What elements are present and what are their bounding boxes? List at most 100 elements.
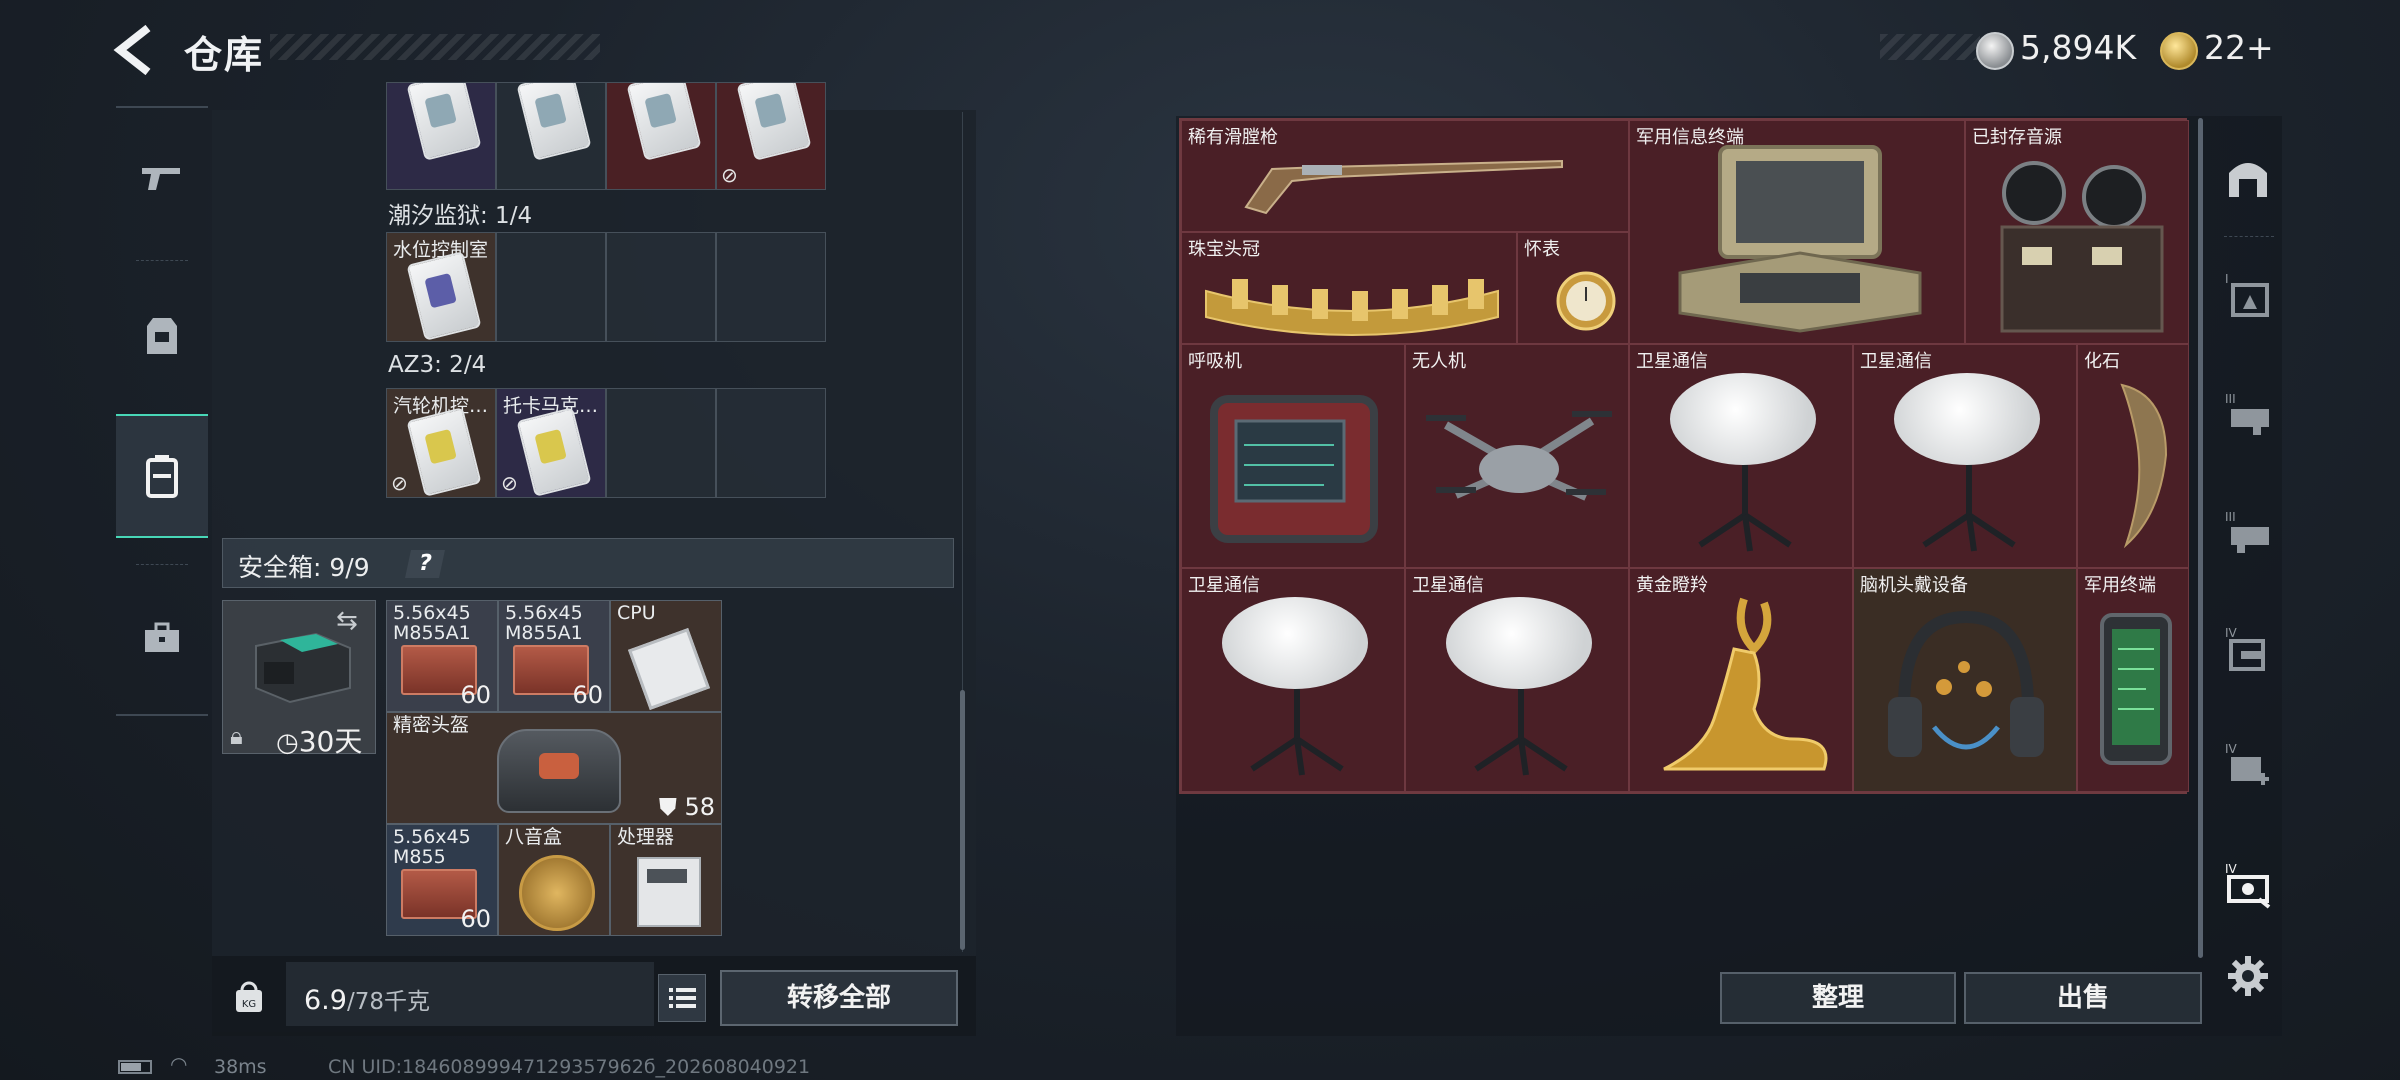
container-slot[interactable] bbox=[606, 82, 716, 190]
gear-icon bbox=[2228, 956, 2268, 996]
list-view-button[interactable] bbox=[658, 974, 706, 1022]
item-name: 脑机头戴设备 bbox=[1860, 575, 1968, 596]
tab-equipment[interactable] bbox=[116, 276, 208, 396]
tab-case[interactable] bbox=[116, 578, 208, 698]
stash-item[interactable]: 化石 bbox=[2077, 344, 2189, 568]
container-slot[interactable] bbox=[606, 232, 716, 342]
safe-item-slot[interactable]: 精密头盔 ⛊ 58 bbox=[386, 712, 722, 824]
stash-item[interactable]: 已封存音源 bbox=[1965, 120, 2189, 344]
swap-icon[interactable]: ⇆ bbox=[336, 606, 358, 636]
item-name: 5.56x45 M855A1 bbox=[505, 602, 583, 644]
back-arrow-icon bbox=[113, 24, 151, 76]
stash-item[interactable]: 无人机 bbox=[1405, 344, 1629, 568]
wifi-icon: ◠ bbox=[170, 1052, 188, 1076]
safe-item-slot[interactable]: 5.56x45 M855A1 60 bbox=[386, 600, 498, 712]
title-decoration bbox=[270, 34, 600, 60]
help-button[interactable]: ? bbox=[405, 550, 445, 578]
keycard-icon bbox=[516, 407, 592, 497]
stash-tab-1[interactable]: I bbox=[2220, 266, 2276, 322]
safe-item-slot[interactable]: 八音盒 bbox=[498, 824, 610, 936]
money-coin-icon bbox=[1976, 32, 2014, 70]
stash-scrollbar[interactable] bbox=[2198, 118, 2203, 958]
item-name: 卫星通信 bbox=[1188, 575, 1260, 596]
safe-item-slot[interactable]: 处理器 bbox=[610, 824, 722, 936]
item-name: 军用终端 bbox=[2084, 575, 2156, 596]
svg-text:IV: IV bbox=[2225, 742, 2238, 756]
container-grid-tidal-prison: 水位控制室 bbox=[386, 232, 826, 342]
item-name: 珠宝头冠 bbox=[1188, 239, 1260, 260]
stash-tab-3[interactable]: III bbox=[2220, 504, 2276, 560]
stash-page-icon: III bbox=[2225, 392, 2269, 435]
military-terminal-icon bbox=[1678, 145, 1922, 333]
stash-tab-5[interactable]: IV bbox=[2220, 736, 2276, 792]
stash-tab-6[interactable]: IV bbox=[2220, 856, 2276, 912]
tab-weapons[interactable] bbox=[116, 118, 208, 238]
container-slot[interactable]: 水位控制室 bbox=[386, 232, 496, 342]
item-name: 卫星通信 bbox=[1636, 351, 1708, 372]
stash-item[interactable]: 稀有滑膛枪 bbox=[1181, 120, 1629, 232]
backpack-icon bbox=[146, 455, 178, 498]
item-name: 无人机 bbox=[1412, 351, 1466, 372]
satellite-dish-icon bbox=[1894, 373, 2040, 465]
briefcase-icon bbox=[145, 622, 179, 652]
money-amount[interactable]: 5,894K bbox=[2020, 28, 2136, 67]
satellite-dish-icon bbox=[1222, 597, 1368, 689]
stash-item[interactable]: 卫星通信 bbox=[1181, 568, 1405, 792]
container-slot[interactable] bbox=[386, 82, 496, 190]
container-slot[interactable]: 汽轮机控… ⊘ bbox=[386, 388, 496, 498]
ticket-amount[interactable]: 22+ bbox=[2204, 28, 2274, 67]
stash-tab-2[interactable]: III bbox=[2220, 386, 2276, 442]
music-box-icon bbox=[519, 855, 595, 931]
item-name: 处理器 bbox=[617, 826, 675, 848]
tripod-icon bbox=[1474, 689, 1568, 776]
safe-item-slot[interactable]: 5.56x45 M855 60 bbox=[386, 824, 498, 936]
stash-tab-4[interactable]: IV bbox=[2220, 620, 2276, 676]
tripod-icon bbox=[1698, 465, 1792, 552]
stash-item[interactable]: 军用信息终端 bbox=[1629, 120, 1965, 344]
stash-item[interactable]: 卫星通信 bbox=[1853, 344, 2077, 568]
keycard-icon bbox=[406, 407, 482, 497]
item-name: 呼吸机 bbox=[1188, 351, 1242, 372]
container-slot[interactable]: 托卡马克… ⊘ bbox=[496, 388, 606, 498]
stash-item[interactable]: 珠宝头冠 bbox=[1181, 232, 1517, 344]
tripod-icon bbox=[1922, 465, 2016, 552]
keycard-icon bbox=[406, 251, 482, 341]
container-slot[interactable]: ⊘ bbox=[716, 82, 826, 190]
shield-icon: ⛊ bbox=[658, 793, 677, 821]
stash-page-icon: IV bbox=[2225, 862, 2271, 909]
armor-icon bbox=[147, 318, 177, 354]
golden-gazelle-icon bbox=[1663, 597, 1828, 771]
stash-item[interactable]: 军用终端 bbox=[2077, 568, 2189, 792]
item-name: 已封存音源 bbox=[1972, 127, 2062, 148]
keycard-icon bbox=[626, 83, 702, 161]
safe-item-slot[interactable]: CPU bbox=[610, 600, 722, 712]
sell-button[interactable]: 出售 bbox=[1964, 972, 2202, 1024]
keycard-icon bbox=[406, 83, 482, 161]
item-name: CPU bbox=[617, 602, 656, 624]
container-slot[interactable] bbox=[606, 388, 716, 498]
container-slot[interactable] bbox=[716, 388, 826, 498]
stash-item[interactable]: 脑机头戴设备 bbox=[1853, 568, 2077, 792]
safe-box-grid: 5.56x45 M855A1 60 5.56x45 M855A1 60 CPU … bbox=[386, 600, 724, 938]
keycard-icon bbox=[736, 83, 812, 161]
backpack-scrollbar[interactable] bbox=[960, 690, 965, 950]
settings-button[interactable] bbox=[2220, 948, 2276, 1004]
stash-item[interactable]: 怀表 bbox=[1517, 232, 1629, 344]
transfer-all-button[interactable]: 转移全部 bbox=[720, 970, 958, 1026]
stash-item[interactable]: 卫星通信 bbox=[1629, 344, 1853, 568]
no-carry-out-icon: ⊘ bbox=[391, 471, 408, 495]
container-slot[interactable] bbox=[716, 232, 826, 342]
tab-backpack[interactable] bbox=[116, 414, 208, 538]
safe-item-slot[interactable]: 5.56x45 M855A1 60 bbox=[498, 600, 610, 712]
pistol-icon bbox=[142, 168, 180, 190]
back-button[interactable] bbox=[110, 22, 158, 78]
stash-item[interactable]: 黄金瞪羚 bbox=[1629, 568, 1853, 792]
stash-tab-main[interactable] bbox=[2220, 148, 2276, 204]
stash-item[interactable]: 卫星通信 bbox=[1405, 568, 1629, 792]
tidy-button[interactable]: 整理 bbox=[1720, 972, 1956, 1024]
container-slot[interactable] bbox=[496, 232, 606, 342]
weight-value: 6.9/78千克 bbox=[304, 985, 430, 1016]
stash-item[interactable]: 呼吸机 bbox=[1181, 344, 1405, 568]
container-slot[interactable] bbox=[496, 82, 606, 190]
stash-page-nav: I III III IV IV IV bbox=[2206, 116, 2286, 1016]
